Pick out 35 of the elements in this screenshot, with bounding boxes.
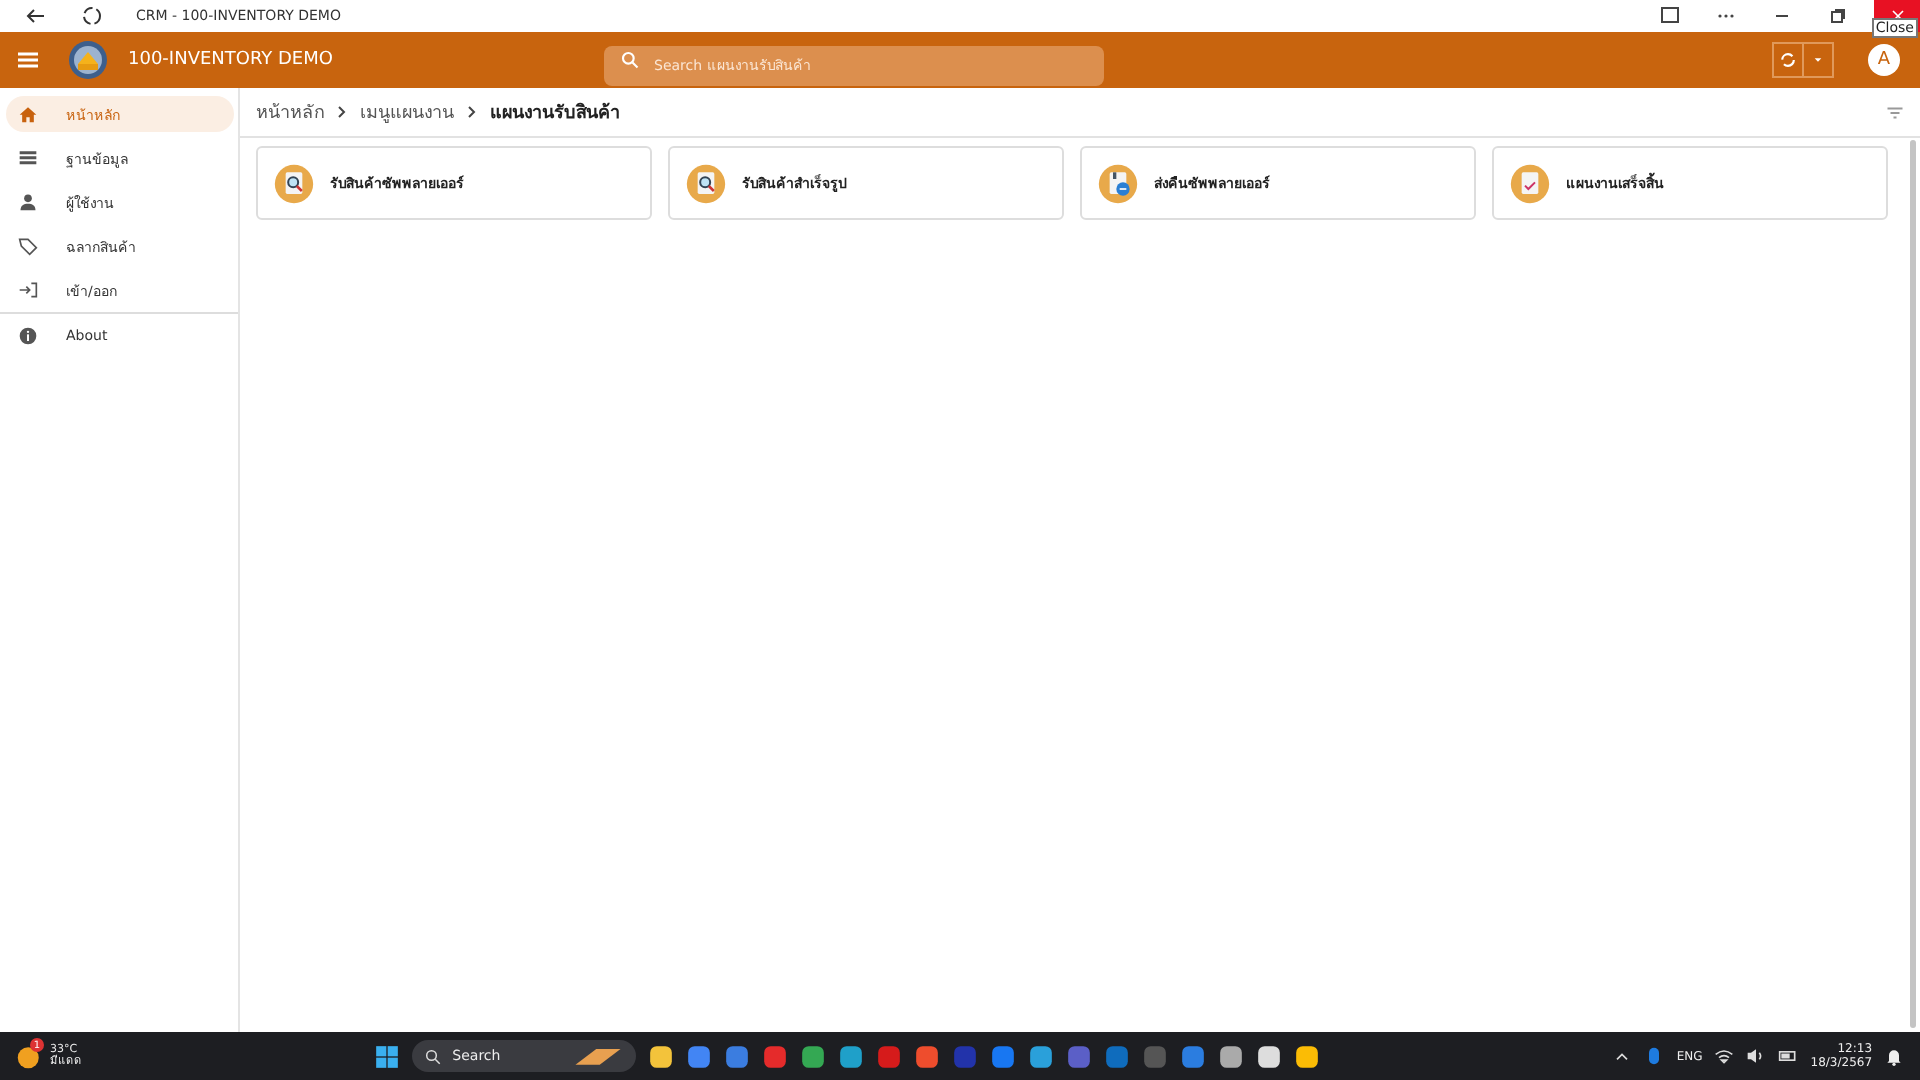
breadcrumb-current: แผนงานรับสินค้า [490, 100, 620, 126]
app-name: 100-INVENTORY DEMO [128, 50, 335, 70]
document-icon [1510, 163, 1550, 203]
logo-icon [68, 40, 108, 80]
search-icon [424, 1047, 443, 1065]
menu-icon[interactable] [16, 48, 40, 72]
document-icon [1098, 163, 1138, 203]
filter-icon[interactable] [1886, 103, 1904, 121]
restore-icon[interactable] [1826, 4, 1850, 28]
breadcrumb-link[interactable]: เมนูแผนงาน [360, 98, 454, 126]
bluetooth-icon[interactable] [1644, 1046, 1665, 1066]
sync-button[interactable] [1772, 42, 1804, 78]
weather-icon[interactable] [16, 1042, 44, 1070]
sync-icon [1778, 50, 1798, 70]
chevron-icon [334, 104, 350, 120]
sidebar-icon [18, 192, 38, 212]
breadcrumb-link[interactable]: หน้าหลัก [256, 98, 324, 126]
battery-icon[interactable] [1778, 1046, 1799, 1066]
volume-icon[interactable] [1746, 1046, 1767, 1066]
sidebar-icon [18, 236, 38, 256]
reload-icon[interactable] [80, 4, 104, 28]
decoration-icon [572, 1044, 625, 1068]
document-icon [274, 163, 314, 203]
wifi-icon[interactable] [1714, 1046, 1735, 1066]
document-icon [686, 163, 726, 203]
chevron-icon [464, 104, 480, 120]
search-icon [620, 50, 640, 70]
sidebar-icon [18, 104, 38, 124]
sidebar-icon [18, 148, 38, 168]
back-icon[interactable] [24, 4, 48, 28]
start-icon[interactable] [374, 1043, 401, 1069]
sidebar-icon [18, 280, 38, 300]
sidebar-icon [18, 326, 38, 346]
avatar[interactable]: A [1868, 44, 1900, 76]
bell-icon[interactable] [1884, 1046, 1905, 1066]
